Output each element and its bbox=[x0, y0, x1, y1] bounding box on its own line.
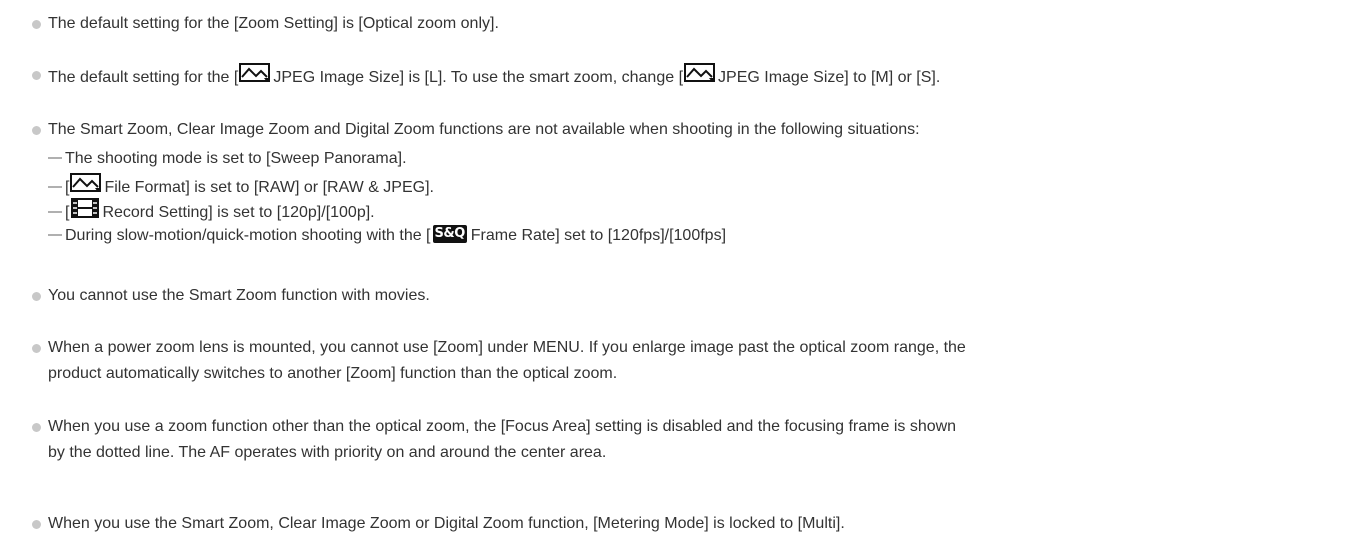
note-text-line-2: by the dotted line. The AF operates with… bbox=[48, 444, 607, 461]
photo-image-icon bbox=[684, 63, 716, 89]
note-text-part: The default setting for the [ bbox=[48, 69, 239, 87]
bullet-icon bbox=[32, 126, 41, 135]
sub-item-text: File Format] is set to [RAW] or [RAW & J… bbox=[104, 179, 434, 197]
note-text: The default setting for the [ JPEG Image … bbox=[48, 63, 941, 87]
note-text: You cannot use the Smart Zoom function w… bbox=[48, 287, 430, 304]
sub-item-text: During slow-motion/quick-motion shooting… bbox=[65, 227, 431, 244]
note-text-line-1: When a power zoom lens is mounted, you c… bbox=[48, 339, 966, 356]
sub-item: [ Record Setting] is set to [120p]/[100p]… bbox=[48, 198, 375, 222]
sub-item-text: Record Setting] is set to [120p]/[100p]. bbox=[102, 204, 375, 222]
sub-item: [ File Format] is set to [RAW] or [RAW & … bbox=[48, 173, 434, 197]
photo-image-icon bbox=[70, 173, 102, 199]
sub-item-text: [ bbox=[65, 204, 70, 222]
note-text-part: JPEG Image Size] to [M] or [S]. bbox=[718, 69, 941, 87]
bullet-icon bbox=[32, 292, 41, 301]
note-text-line-2: product automatically switches to anothe… bbox=[48, 365, 618, 382]
note-text-line-1: When you use a zoom function other than … bbox=[48, 418, 957, 435]
bullet-icon bbox=[32, 71, 41, 80]
sub-item-text: Frame Rate] set to [120fps]/[100fps] bbox=[470, 227, 727, 244]
dash-icon bbox=[48, 186, 62, 188]
note-text: The Smart Zoom, Clear Image Zoom and Dig… bbox=[48, 121, 920, 138]
photo-image-icon bbox=[239, 63, 271, 89]
sub-item: During slow-motion/quick-motion shooting… bbox=[48, 224, 727, 246]
sub-item-text: [ bbox=[65, 179, 70, 197]
bullet-icon bbox=[32, 20, 41, 29]
bullet-icon bbox=[32, 344, 41, 353]
dash-icon bbox=[48, 233, 62, 236]
note-text: When you use the Smart Zoom, Clear Image… bbox=[48, 515, 845, 532]
note-text: The default setting for the [Zoom Settin… bbox=[48, 15, 499, 32]
sub-item: The shooting mode is set to [Sweep Panor… bbox=[48, 149, 407, 169]
dash-icon bbox=[48, 211, 62, 213]
slow-quick-icon: S&Q bbox=[432, 224, 467, 243]
note-text-part: JPEG Image Size] is [L]. To use the smar… bbox=[273, 69, 684, 87]
bullet-icon bbox=[32, 423, 41, 432]
movie-film-icon bbox=[70, 198, 100, 224]
sub-item-text: The shooting mode is set to [Sweep Panor… bbox=[65, 150, 407, 167]
bullet-icon bbox=[32, 520, 41, 529]
dash-icon bbox=[48, 156, 62, 159]
